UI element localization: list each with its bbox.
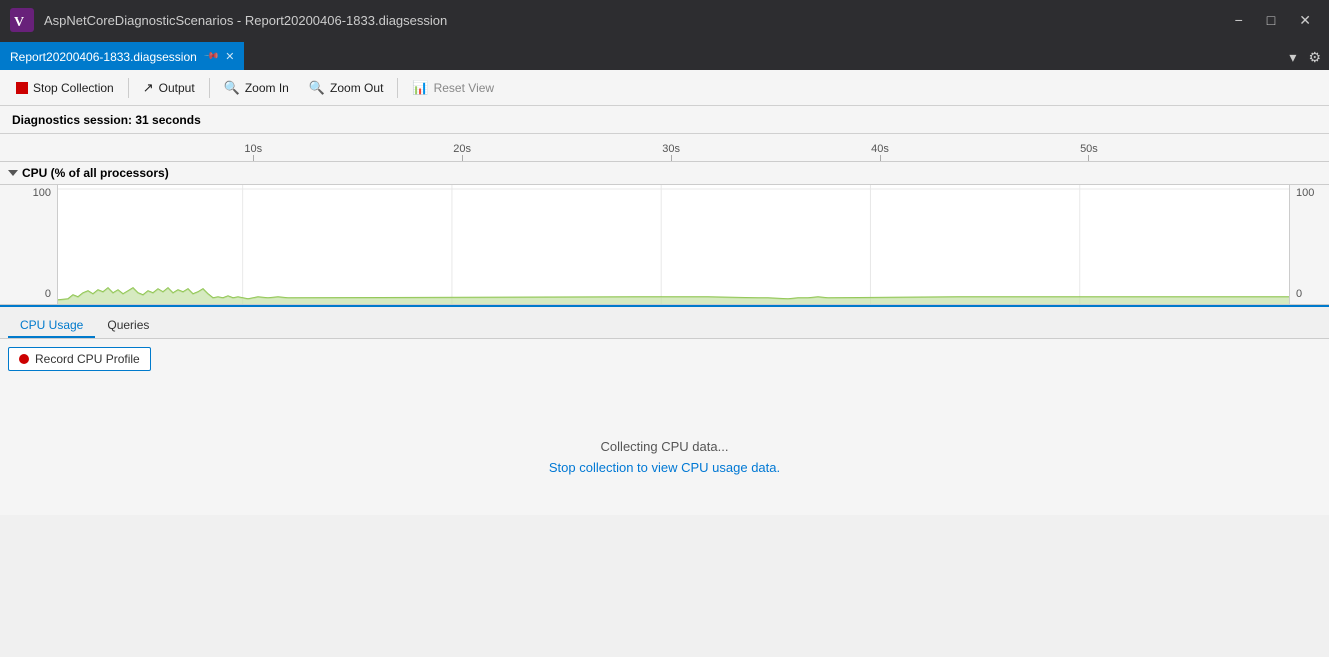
tab-queries-label: Queries: [107, 318, 149, 332]
tab-bar-left: Report20200406-1833.diagsession 📌 ✕: [0, 42, 244, 70]
chart-canvas: [58, 185, 1289, 304]
tick-line: [462, 155, 463, 161]
y-max-left: 100: [33, 187, 51, 199]
reset-view-label: Reset View: [434, 81, 494, 95]
tab-queries[interactable]: Queries: [95, 314, 161, 338]
record-cpu-label: Record CPU Profile: [35, 352, 140, 366]
session-info-bar: Diagnostics session: 31 seconds: [0, 106, 1329, 134]
zoom-in-button[interactable]: 🔍 Zoom In: [216, 77, 297, 99]
ruler-tick-50s: 50s: [1080, 143, 1098, 161]
tab-close-icon[interactable]: ✕: [225, 50, 234, 63]
bottom-content-area: Record CPU Profile: [0, 339, 1329, 379]
collecting-message: Collecting CPU data...: [601, 439, 729, 454]
close-button[interactable]: ✕: [1291, 11, 1319, 29]
pin-icon: 📌: [203, 48, 220, 65]
record-dot-icon: [19, 354, 29, 364]
stop-collection-link[interactable]: Stop collection to view CPU usage data.: [549, 460, 780, 475]
y-max-right: 100: [1296, 187, 1314, 199]
ruler-tick-30s: 30s: [662, 143, 680, 161]
chart-y-axis-right: 100 0: [1289, 185, 1329, 304]
tick-line: [253, 155, 254, 161]
output-icon: ↗: [143, 80, 154, 96]
bottom-tabs: CPU Usage Queries: [0, 307, 1329, 339]
chart-title-bar: CPU (% of all processors): [0, 162, 1329, 184]
tab-cpu-usage[interactable]: CPU Usage: [8, 314, 95, 338]
toolbar-separator-3: [397, 78, 398, 98]
session-info-text: Diagnostics session: 31 seconds: [12, 113, 201, 127]
app-title: AspNetCoreDiagnosticScenarios - Report20…: [44, 13, 447, 28]
output-label: Output: [159, 81, 195, 95]
title-bar-left: V AspNetCoreDiagnosticScenarios - Report…: [10, 8, 447, 32]
center-message: Collecting CPU data... Stop collection t…: [0, 379, 1329, 515]
tick-line: [1088, 155, 1089, 161]
zoom-out-label: Zoom Out: [330, 81, 383, 95]
tab-dropdown-button[interactable]: ▾: [1285, 47, 1300, 68]
zoom-in-label: Zoom In: [245, 81, 289, 95]
cpu-chart-section: CPU (% of all processors) 100 0: [0, 162, 1329, 305]
chart-title: CPU (% of all processors): [22, 166, 169, 180]
tab-settings-button[interactable]: ⚙: [1304, 47, 1325, 68]
toolbar-separator-1: [128, 78, 129, 98]
stop-collection-button[interactable]: Stop Collection: [8, 78, 122, 98]
vs-logo-icon: V: [10, 8, 34, 32]
reset-view-icon: 📊: [412, 80, 428, 96]
toolbar: Stop Collection ↗ Output 🔍 Zoom In 🔍 Zoo…: [0, 70, 1329, 106]
stop-icon: [16, 82, 28, 94]
ruler-tick-40s: 40s: [871, 143, 889, 161]
timeline-ruler: 10s 20s 30s 40s 50s: [0, 134, 1329, 162]
tick-line: [671, 155, 672, 161]
svg-text:V: V: [14, 15, 24, 30]
tab-cpu-usage-label: CPU Usage: [20, 318, 83, 332]
chart-body: 100 0 100 0: [0, 184, 1329, 304]
tab-label: Report20200406-1833.diagsession: [10, 50, 197, 64]
zoom-in-icon: 🔍: [224, 80, 240, 96]
record-cpu-profile-button[interactable]: Record CPU Profile: [8, 347, 151, 371]
bottom-panel: CPU Usage Queries Record CPU Profile Col…: [0, 305, 1329, 515]
ruler-ticks: 10s 20s 30s 40s 50s: [60, 134, 1289, 161]
maximize-button[interactable]: □: [1259, 11, 1283, 29]
output-button[interactable]: ↗ Output: [135, 77, 203, 99]
ruler-inner: 10s 20s 30s 40s 50s: [60, 134, 1289, 161]
ruler-tick-20s: 20s: [453, 143, 471, 161]
ruler-tick-10s: 10s: [244, 143, 262, 161]
toolbar-separator-2: [209, 78, 210, 98]
stop-collection-label: Stop Collection: [33, 81, 114, 95]
tab-bar: Report20200406-1833.diagsession 📌 ✕ ▾ ⚙: [0, 40, 1329, 70]
y-min-left: 0: [45, 288, 51, 300]
minimize-button[interactable]: −: [1227, 11, 1251, 29]
y-min-right: 0: [1296, 288, 1302, 300]
window-controls: − □ ✕: [1227, 11, 1319, 29]
title-bar: V AspNetCoreDiagnosticScenarios - Report…: [0, 0, 1329, 40]
chart-y-axis-left: 100 0: [0, 185, 58, 304]
zoom-out-icon: 🔍: [309, 80, 325, 96]
reset-view-button[interactable]: 📊 Reset View: [404, 77, 502, 99]
collapse-triangle-icon[interactable]: [8, 170, 18, 176]
tab-bar-right: ▾ ⚙: [1285, 47, 1329, 70]
main-tab[interactable]: Report20200406-1833.diagsession 📌 ✕: [0, 42, 244, 70]
chart-svg: [58, 185, 1289, 304]
zoom-out-button[interactable]: 🔍 Zoom Out: [301, 77, 392, 99]
tick-line: [880, 155, 881, 161]
